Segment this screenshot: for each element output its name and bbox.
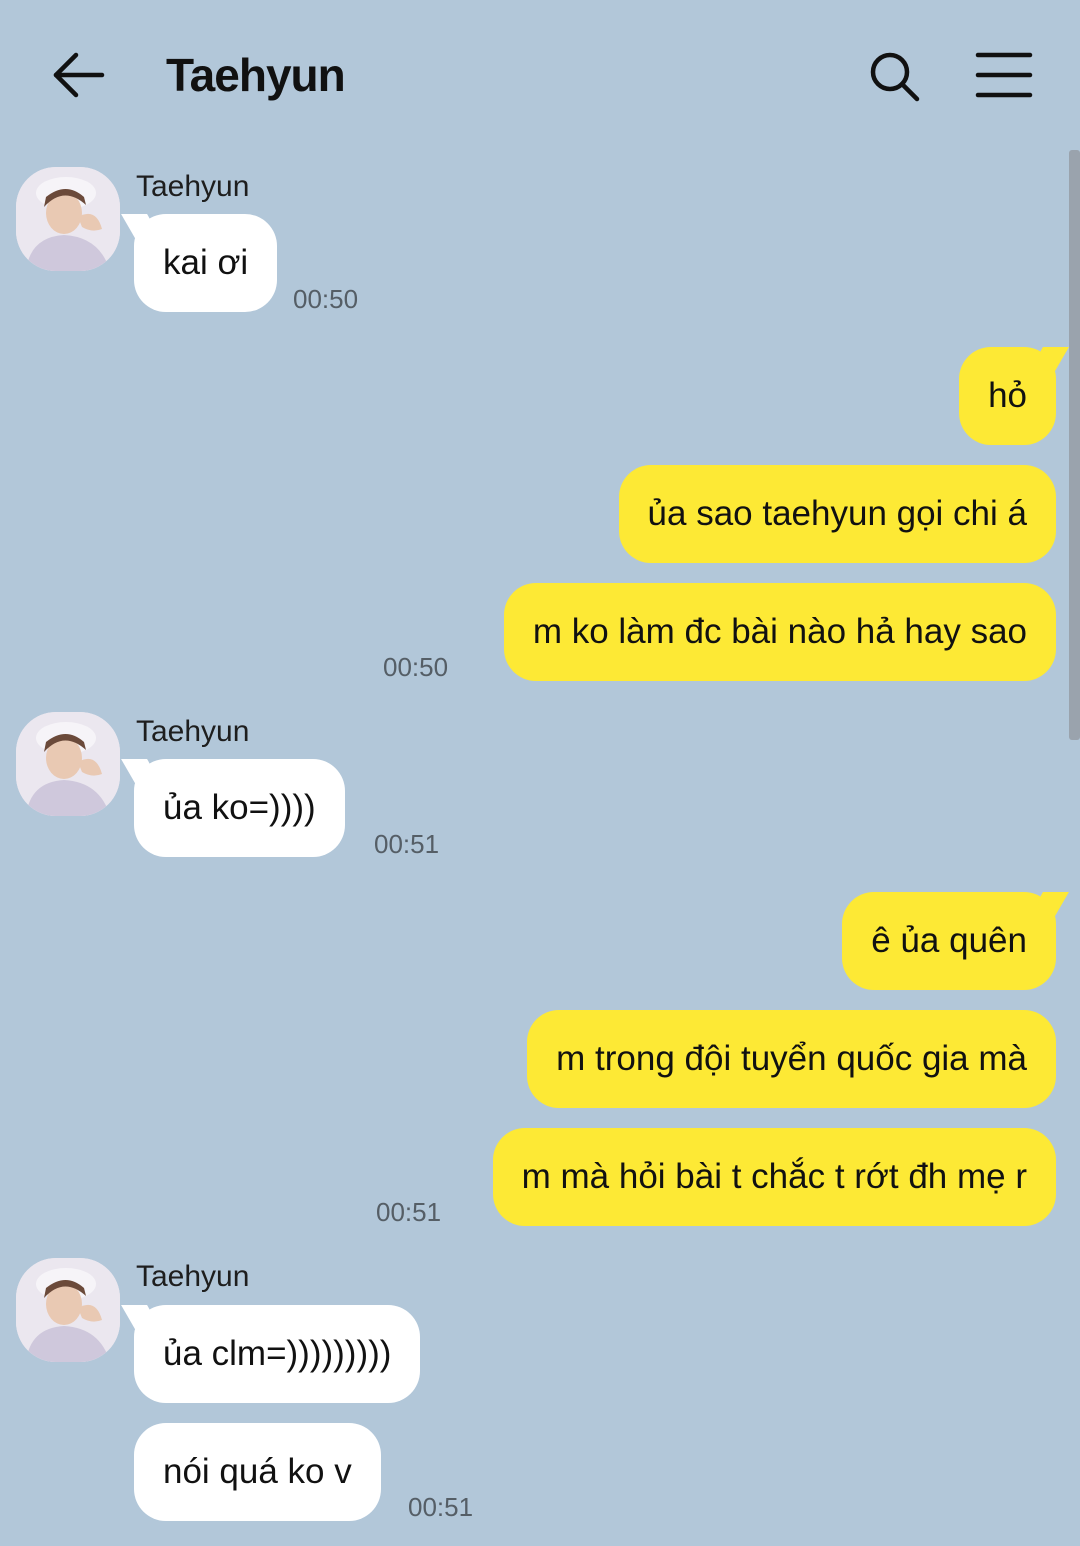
- sender-name: Taehyun: [136, 170, 250, 203]
- message-timestamp: 00:51: [376, 1197, 442, 1227]
- profile-photo: [16, 1258, 120, 1362]
- profile-photo: [16, 167, 120, 271]
- sender-name: Taehyun: [136, 1260, 250, 1293]
- message-timestamp: 00:50: [293, 284, 359, 314]
- outgoing-message-bubble[interactable]: hỏ: [959, 347, 1056, 445]
- outgoing-message-bubble[interactable]: ủa sao taehyun gọi chi á: [618, 465, 1056, 563]
- scrollbar[interactable]: [1069, 150, 1080, 740]
- message-timestamp: 00:51: [408, 1492, 474, 1522]
- incoming-message-bubble[interactable]: kai ơi: [134, 214, 278, 312]
- hamburger-menu-icon: [975, 52, 1033, 98]
- chat-title: Taehyun: [166, 49, 346, 101]
- avatar[interactable]: [16, 712, 120, 816]
- profile-photo: [16, 712, 120, 816]
- outgoing-message-bubble[interactable]: m ko làm đc bài nào hả hay sao: [503, 583, 1056, 681]
- menu-button[interactable]: [972, 46, 1036, 106]
- message-timestamp: 00:50: [383, 652, 449, 682]
- search-icon: [870, 52, 920, 102]
- incoming-message-bubble[interactable]: nói quá ko v: [134, 1423, 381, 1521]
- outgoing-message-bubble[interactable]: m trong đội tuyển quốc gia mà: [527, 1010, 1056, 1108]
- back-button[interactable]: [48, 46, 108, 106]
- message-timestamp: 00:51: [374, 829, 440, 859]
- incoming-message-bubble[interactable]: ủa clm=))))))))): [134, 1305, 421, 1403]
- outgoing-message-bubble[interactable]: ê ủa quên: [842, 892, 1056, 990]
- chat-header: Taehyun: [0, 0, 1080, 150]
- avatar[interactable]: [16, 167, 120, 271]
- arrow-left-icon: [53, 52, 105, 98]
- incoming-message-bubble[interactable]: ủa ko=)))): [134, 759, 345, 857]
- avatar[interactable]: [16, 1258, 120, 1362]
- outgoing-message-bubble[interactable]: m mà hỏi bài t chắc t rớt đh mẹ r: [492, 1128, 1056, 1226]
- search-button[interactable]: [864, 46, 924, 106]
- sender-name: Taehyun: [136, 715, 250, 748]
